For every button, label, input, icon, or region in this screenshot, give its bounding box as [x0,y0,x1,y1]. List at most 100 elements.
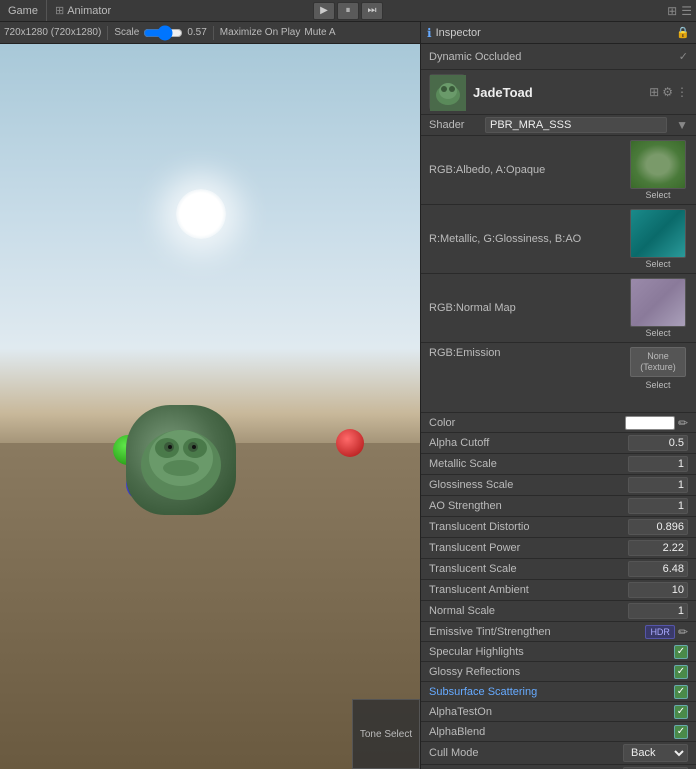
emission-none-text: None (Texture) [640,351,676,373]
cull-mode-select[interactable]: Back Front Off [623,744,688,762]
emissive-right: HDR ✏ [645,625,688,639]
alpha-blend-label: AlphaBlend [429,726,674,738]
pause-button[interactable]: ⏸ [337,2,359,20]
albedo-thumb-wrap: Select [628,140,688,200]
translucent-ambient-row: Translucent Ambient [421,580,696,601]
translucent-ambient-input[interactable] [628,582,688,598]
ao-strengthen-label: AO Strengthen [429,500,628,512]
metallic-thumbnail[interactable] [630,209,686,258]
shader-label: Shader [429,119,479,131]
translucent-scale-label: Translucent Scale [429,563,628,575]
translucent-distortio-row: Translucent Distortio [421,517,696,538]
subsurface-scattering-label: Subsurface Scattering [429,686,674,698]
emission-thumbnail[interactable]: None (Texture) [630,347,686,377]
alpha-test-on-label: AlphaTestOn [429,706,674,718]
object-name: JadeToad [473,85,533,100]
normal-select-btn[interactable]: Select [645,328,670,338]
ao-strengthen-input[interactable] [628,498,688,514]
cull-mode-row: Cull Mode Back Front Off [421,742,696,765]
game-tab[interactable]: Game [0,0,46,21]
translucent-power-row: Translucent Power [421,538,696,559]
glossiness-scale-input[interactable] [628,477,688,493]
color-right: ✏ [625,416,688,430]
inspector-tab-bar: ℹ Inspector 🔒 [421,22,696,44]
inspector-header: Dynamic Occluded ✓ [421,44,696,70]
grid-icon[interactable]: ⊞ [649,85,659,99]
alpha-blend-row: AlphaBlend ✓ [421,722,696,742]
subsurface-scattering-row: Subsurface Scattering ✓ [421,682,696,702]
color-row: Color ✏ [421,413,696,433]
alpha-cutoff-label: Alpha Cutoff [429,437,628,449]
overflow-icon[interactable]: ⋮ [676,85,688,99]
cull-mode-label: Cull Mode [429,747,623,759]
game-viewport: Tone Select [0,44,420,769]
translucent-distortio-input[interactable] [628,519,688,535]
inspector-title: Inspector [436,27,481,39]
alpha-blend-checkbox[interactable]: ✓ [674,725,688,739]
settings-icon[interactable]: ⚙ [662,85,673,99]
main-layout: 720x1280 (720x1280) Scale 0.57 Maximize … [0,22,696,769]
step-button[interactable]: ⏭ [361,2,383,20]
subsurface-scattering-checkbox[interactable]: ✓ [674,685,688,699]
glossy-reflections-checkbox[interactable]: ✓ [674,665,688,679]
shader-dropdown-icon[interactable]: ▼ [676,118,688,132]
color-edit-icon[interactable]: ✏ [678,416,688,430]
metallic-row: R:Metallic, G:Glossiness, B:AO Select [421,205,696,274]
normal-thumbnail[interactable] [630,278,686,327]
albedo-select-btn[interactable]: Select [645,190,670,200]
animator-tab[interactable]: ⊞ Animator [46,0,119,21]
inspector-icon: ℹ [427,26,432,40]
alpha-test-on-checkbox[interactable]: ✓ [674,705,688,719]
translucent-scale-input[interactable] [628,561,688,577]
specular-highlights-label: Specular Highlights [429,646,674,658]
play-controls: ▶ ⏸ ⏭ [313,2,383,20]
layers-icon: ⊞ [667,4,677,18]
specular-highlights-row: Specular Highlights ✓ [421,642,696,662]
properties-scroll[interactable]: RGB:Albedo, A:Opaque Select R:Metallic, … [421,136,696,769]
game-panel: 720x1280 (720x1280) Scale 0.57 Maximize … [0,22,420,769]
normal-scale-row: Normal Scale [421,601,696,622]
emission-select-btn[interactable]: Select [645,380,670,390]
inspector-tab[interactable]: ℹ Inspector [427,26,481,40]
specular-highlights-checkbox[interactable]: ✓ [674,645,688,659]
game-toolbar: 720x1280 (720x1280) Scale 0.57 Maximize … [0,22,420,44]
tone-select-area[interactable]: Tone Select [352,699,420,769]
scale-slider[interactable] [143,28,183,38]
normal-thumb-wrap: Select [628,278,688,338]
scale-label: Scale [114,27,139,38]
object-header: JadeToad ⊞ ⚙ ⋮ [421,70,696,115]
emission-thumb-wrap: None (Texture) Select [628,347,688,390]
translucent-distortio-label: Translucent Distortio [429,521,628,533]
dynamic-occluded-section: Dynamic Occluded [429,51,521,63]
translucent-power-label: Translucent Power [429,542,628,554]
play-button[interactable]: ▶ [313,2,335,20]
separator-1 [107,26,108,40]
ao-strengthen-row: AO Strengthen [421,496,696,517]
header-icons: ✓ [679,50,688,63]
normal-row: RGB:Normal Map Select [421,274,696,343]
separator-2 [213,26,214,40]
metallic-scale-row: Metallic Scale [421,454,696,475]
normal-scale-input[interactable] [628,603,688,619]
color-swatch[interactable] [625,416,675,430]
inspector-panel: ℹ Inspector 🔒 Dynamic Occluded ✓ [420,22,696,769]
checkmark-icon[interactable]: ✓ [679,50,688,63]
color-label: Color [429,417,625,429]
alpha-cutoff-input[interactable] [628,435,688,451]
object-avatar [429,74,465,110]
object-header-icons: ⊞ ⚙ ⋮ [649,85,688,99]
metallic-scale-input[interactable] [628,456,688,472]
translucent-power-input[interactable] [628,540,688,556]
lock-icon[interactable]: 🔒 [676,26,690,39]
maximize-label: Maximize On Play [220,27,301,38]
translucent-scale-row: Translucent Scale [421,559,696,580]
alpha-test-on-row: AlphaTestOn ✓ [421,702,696,722]
metallic-select-btn[interactable]: Select [645,259,670,269]
emissive-edit-icon[interactable]: ✏ [678,625,688,639]
glossy-reflections-row: Glossy Reflections ✓ [421,662,696,682]
animator-tab-label: Animator [67,5,111,17]
albedo-row: RGB:Albedo, A:Opaque Select [421,136,696,205]
metallic-label: R:Metallic, G:Glossiness, B:AO [429,233,628,245]
scale-value: 0.57 [187,27,206,38]
albedo-thumbnail[interactable] [630,140,686,189]
